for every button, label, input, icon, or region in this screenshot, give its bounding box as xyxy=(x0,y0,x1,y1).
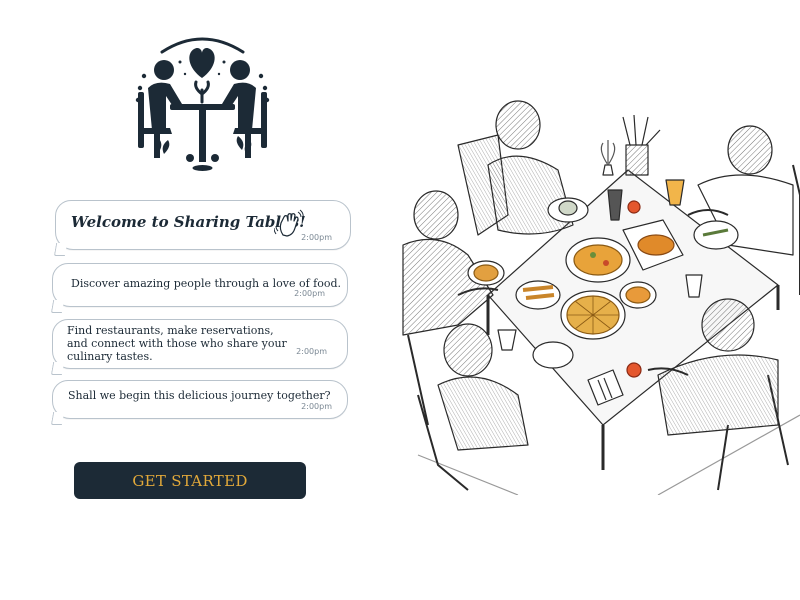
sharing-tables-logo-icon xyxy=(135,37,270,171)
message-text: Find restaurants, make reservations, and… xyxy=(67,324,287,363)
shared-dining-illustration xyxy=(402,100,800,495)
waving-hand-icon xyxy=(274,209,304,237)
get-started-button[interactable]: GET STARTED xyxy=(74,462,306,499)
chat-bubble-discover: Discover amazing people through a love o… xyxy=(52,263,348,307)
message-timestamp: 2:00pm xyxy=(301,233,332,242)
chat-bubble-begin-journey: Shall we begin this delicious journey to… xyxy=(52,380,348,419)
message-timestamp: 2:00pm xyxy=(294,289,325,298)
message-timestamp: 2:00pm xyxy=(301,402,332,411)
message-text: Welcome to Sharing Tables! xyxy=(71,213,306,231)
chat-bubble-welcome: Welcome to Sharing Tables! 2:00pm xyxy=(55,200,351,250)
chat-bubble-find-restaurants: Find restaurants, make reservations, and… xyxy=(52,319,348,369)
message-timestamp: 2:00pm xyxy=(296,347,327,356)
message-text: Shall we begin this delicious journey to… xyxy=(68,389,331,402)
